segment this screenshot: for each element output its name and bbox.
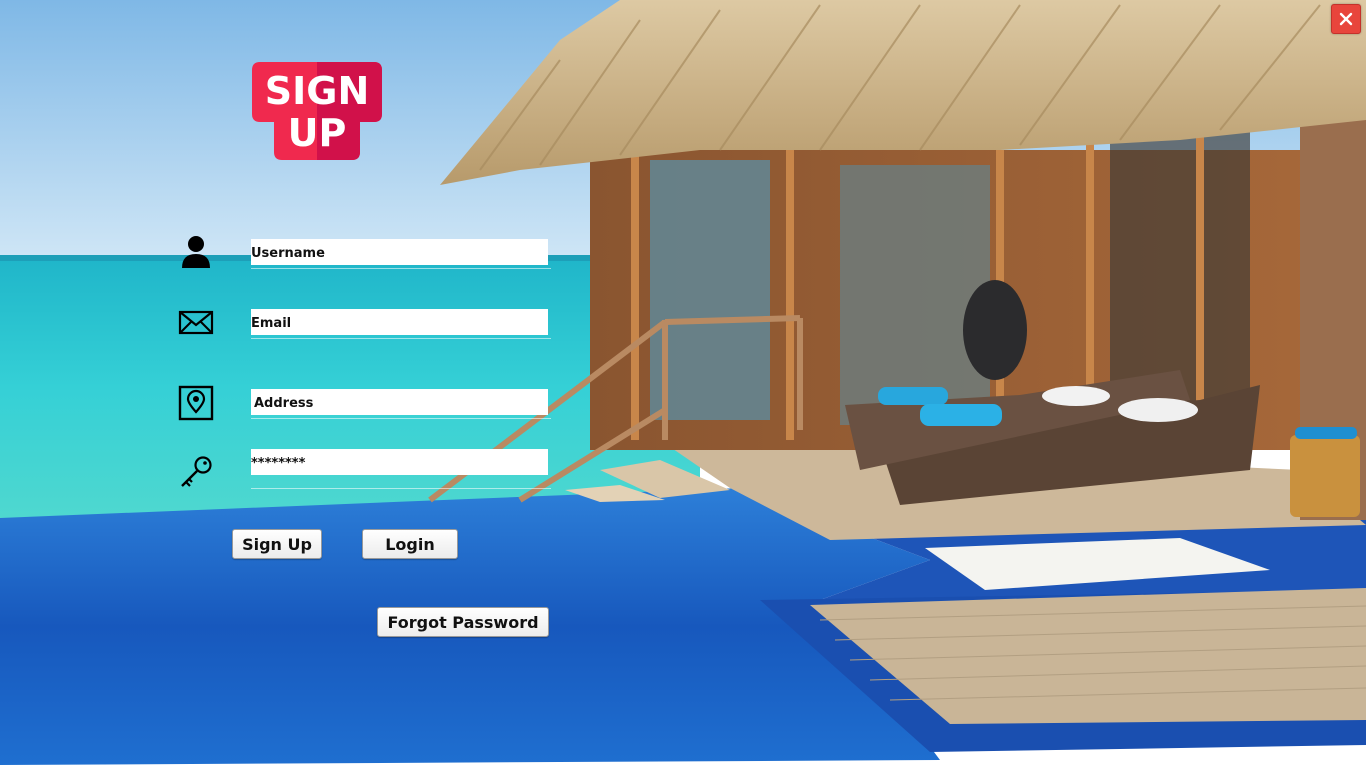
login-button[interactable]: Login [362, 529, 458, 559]
address-input[interactable] [251, 389, 548, 415]
email-underline [251, 338, 551, 339]
logo-line-1: SIGN [265, 69, 370, 113]
close-icon [1339, 12, 1353, 26]
location-pin-icon [178, 385, 214, 421]
envelope-icon [178, 304, 214, 340]
username-input[interactable] [251, 239, 548, 265]
password-input[interactable] [251, 449, 548, 475]
background-image [0, 0, 1366, 765]
user-icon [178, 234, 214, 270]
key-icon [178, 455, 214, 491]
username-underline [251, 268, 551, 269]
close-button[interactable] [1331, 4, 1361, 34]
address-underline [251, 418, 551, 419]
email-input[interactable] [251, 309, 548, 335]
forgot-password-button[interactable]: Forgot Password [377, 607, 549, 637]
password-underline [251, 488, 551, 489]
logo-line-2: UP [288, 111, 347, 155]
sign-up-button[interactable]: Sign Up [232, 529, 322, 559]
sign-up-logo: SIGN UP [252, 62, 382, 162]
